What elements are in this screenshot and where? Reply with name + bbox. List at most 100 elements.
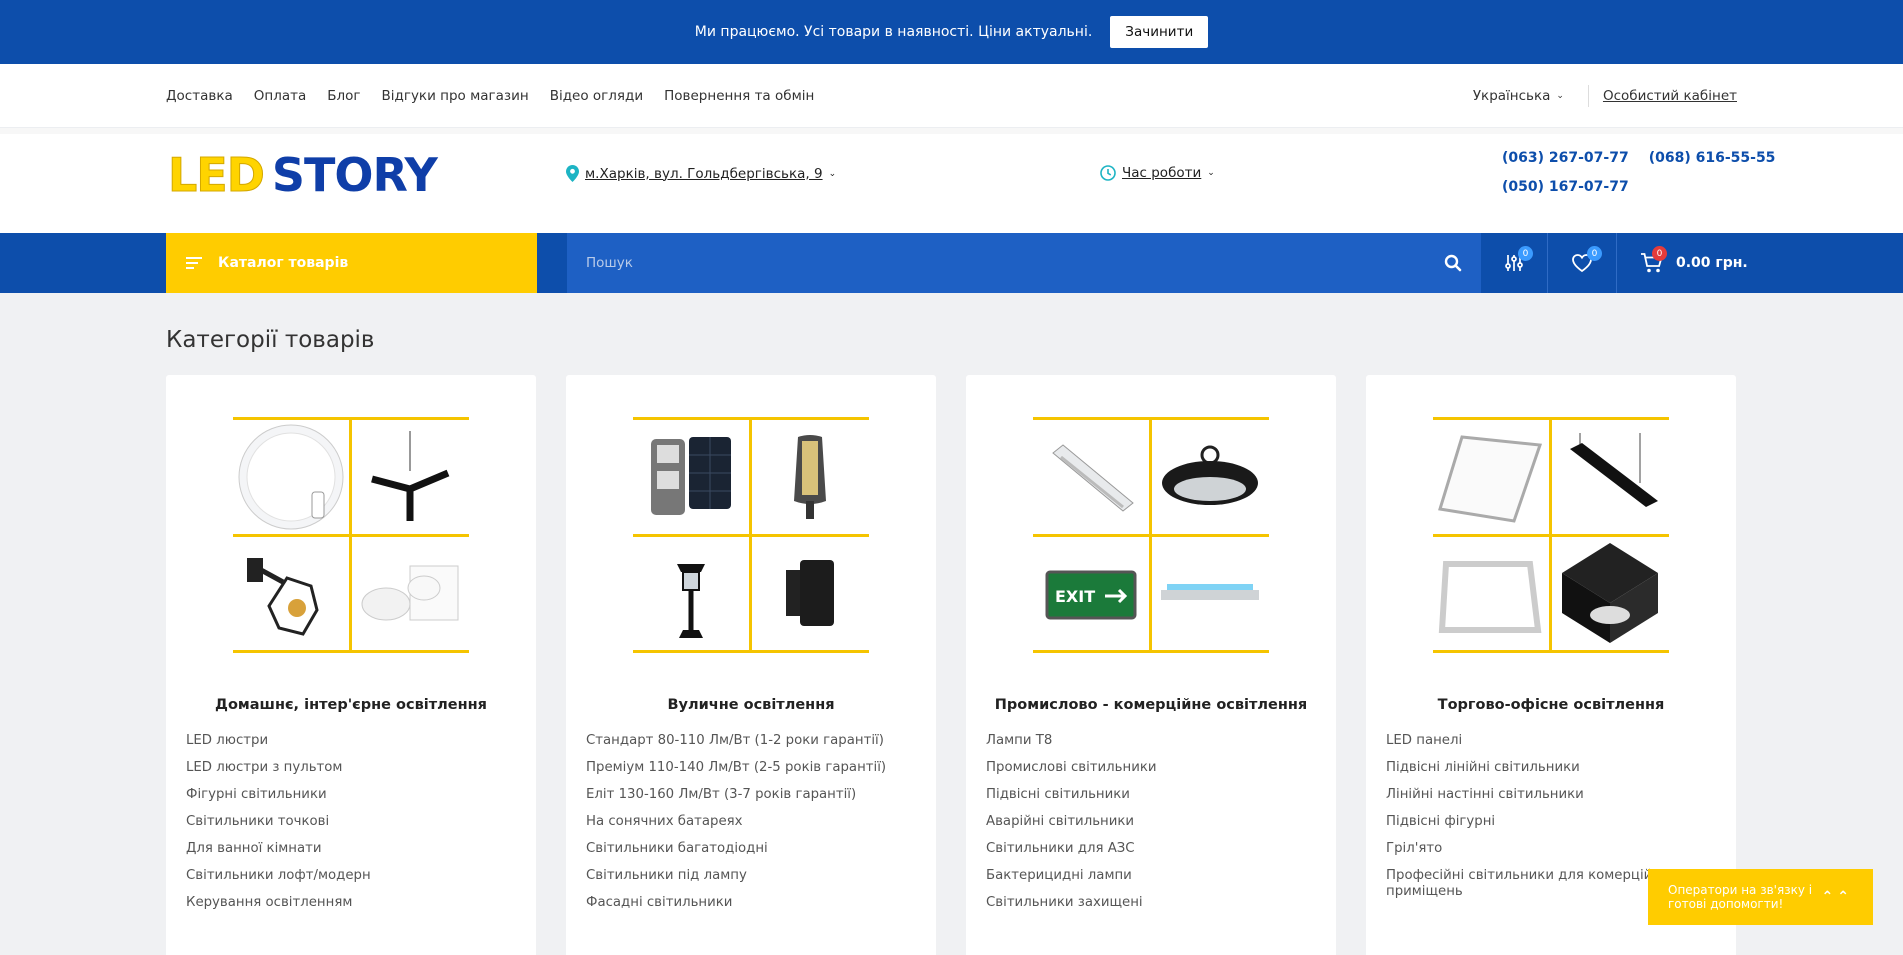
category-title[interactable]: Домашнє, інтер'єрне освітлення (166, 697, 536, 713)
info-links: Доставка Оплата Блог Відгуки про магазин… (166, 88, 1473, 104)
subcategory-link[interactable]: Преміум 110-140 Лм/Вт (2-5 років гаранті… (586, 754, 916, 781)
category-title[interactable]: Промислово - комерційне освітлення (966, 697, 1336, 713)
logo-led: LED (168, 148, 266, 202)
compare-button[interactable]: 0 (1481, 233, 1548, 293)
category-title[interactable]: Торгово-офісне освітлення (1366, 697, 1736, 713)
subcategory-link[interactable]: Підвісні світильники (986, 781, 1316, 808)
category-image[interactable]: EXIT (1033, 417, 1269, 653)
category-grid: Домашнє, інтер'єрне освітлення LED люстр… (166, 375, 1737, 955)
cart-button[interactable]: 0 0.00 грн. (1617, 233, 1771, 293)
catalog-label: Каталог товарів (218, 255, 349, 271)
pendant-light-image (371, 431, 450, 521)
category-card[interactable]: Домашнє, інтер'єрне освітлення LED люстр… (166, 375, 536, 955)
category-image[interactable] (1433, 417, 1669, 653)
subcategory-link[interactable]: Еліт 130-160 Лм/Вт (3-7 років гарантії) (586, 781, 916, 808)
subcategory-list: LED люстри LED люстри з пультом Фігурні … (166, 713, 536, 916)
close-notice-button[interactable]: Зачинити (1110, 16, 1209, 48)
grill-light-image (1562, 543, 1658, 643)
subcategory-link[interactable]: Світильники лофт/модерн (186, 862, 516, 889)
chat-text: Оператори на зв'язку і готові допомогти! (1668, 883, 1813, 911)
subcategory-link[interactable]: Фігурні світильники (186, 781, 516, 808)
panel-frame-image (1438, 561, 1542, 633)
hours-text: Час роботи (1122, 165, 1202, 181)
map-pin-icon (566, 165, 579, 182)
subcategory-link[interactable]: Світильники для АЗС (986, 835, 1316, 862)
chat-widget[interactable]: Оператори на зв'язку і готові допомогти!… (1648, 869, 1873, 925)
subcategory-link[interactable]: LED люстри (186, 727, 516, 754)
category-image[interactable] (233, 417, 469, 653)
led-panel-image (1438, 435, 1543, 523)
address-text: м.Харків, вул. Гольдбергівська, 9 (585, 165, 823, 182)
account-link[interactable]: Особистий кабінет (1603, 88, 1737, 104)
nav-link-returns[interactable]: Повернення та обмін (664, 88, 814, 104)
subcategory-link[interactable]: Підвісні лінійні світильники (1386, 754, 1716, 781)
logo-story: STORY (271, 148, 438, 202)
logo[interactable]: LED STORY (168, 148, 438, 202)
category-image[interactable] (633, 417, 869, 653)
subcategory-link[interactable]: Для ванної кімнати (186, 835, 516, 862)
wishlist-button[interactable]: 0 (1548, 233, 1617, 293)
divider (1587, 84, 1589, 107)
nav-link-reviews[interactable]: Відгуки про магазин (382, 88, 529, 104)
main-bar: Каталог товарів 0 0 0 0.00 грн. (0, 233, 1903, 293)
subcategory-list: Стандарт 80-110 Лм/Вт (1-2 роки гарантії… (566, 713, 936, 916)
chevron-up-icon[interactable]: ⌃⌃ (1822, 890, 1853, 904)
highbay-light-image (1162, 445, 1258, 505)
menu-lines-icon (186, 257, 202, 269)
subcategory-link[interactable]: Фасадні світильники (586, 889, 916, 916)
header: LED STORY м.Харків, вул. Гольдбергівська… (0, 128, 1903, 233)
category-card[interactable]: EXIT Промислово - комерційне освітлення … (966, 375, 1336, 955)
category-card[interactable]: Торгово-офісне освітлення LED панелі Під… (1366, 375, 1736, 955)
subcategory-link[interactable]: LED люстри з пультом (186, 754, 516, 781)
subcategory-link[interactable]: Промислові світильники (986, 754, 1316, 781)
chevron-down-icon: ⌄ (1207, 168, 1215, 178)
phone-3[interactable]: (050) 167-07-77 (1502, 179, 1629, 195)
linear-light-image (1570, 433, 1658, 507)
subcategory-link[interactable]: Бактерицидні лампи (986, 862, 1316, 889)
subcategory-link[interactable]: Стандарт 80-110 Лм/Вт (1-2 роки гарантії… (586, 727, 916, 754)
phone-1[interactable]: (063) 267-07-77 (1502, 150, 1629, 166)
subcategory-link[interactable]: Світильники захищені (986, 889, 1316, 916)
nav-link-videos[interactable]: Відео огляди (550, 88, 643, 104)
search-input[interactable] (586, 255, 1444, 271)
language-selector[interactable]: Українська ⌄ (1473, 88, 1564, 104)
loft-wall-light-image (247, 558, 319, 636)
subcategory-link[interactable]: Керування освітленням (186, 889, 516, 916)
subcategory-link[interactable]: Лінійні настінні світильники (1386, 781, 1716, 808)
subcategory-link[interactable]: LED панелі (1386, 727, 1716, 754)
cart-count-badge: 0 (1652, 246, 1667, 261)
subcategory-link[interactable]: Світильники багатодіодні (586, 835, 916, 862)
compare-count-badge: 0 (1518, 246, 1533, 261)
nav-link-payment[interactable]: Оплата (254, 88, 307, 104)
header-tools: 0 0 0 0.00 грн. (1481, 233, 1771, 293)
tube-light-image (1052, 444, 1134, 512)
notice-text: Ми працюємо. Усі товари в наявності. Цін… (694, 24, 1093, 40)
nav-link-blog[interactable]: Блог (327, 88, 360, 104)
nav-link-delivery[interactable]: Доставка (166, 88, 233, 104)
category-title[interactable]: Вуличне освітлення (566, 697, 936, 713)
garden-lamp-image (677, 564, 705, 638)
cart-total: 0.00 грн. (1676, 255, 1748, 271)
chevron-down-icon: ⌄ (828, 168, 837, 179)
subcategory-list: Лампи T8 Промислові світильники Підвісні… (966, 713, 1336, 916)
subcategory-link[interactable]: Лампи T8 (986, 727, 1316, 754)
phones: (063) 267-07-77 (068) 616-55-55 (050) 16… (1502, 150, 1775, 195)
catalog-button[interactable]: Каталог товарів (166, 233, 537, 293)
subcategory-link[interactable]: На сонячних батареях (586, 808, 916, 835)
section-title: Категорії товарів (166, 327, 375, 353)
subcategory-link[interactable]: Світильники під лампу (586, 862, 916, 889)
category-card[interactable]: Вуличне освітлення Стандарт 80-110 Лм/Вт… (566, 375, 936, 955)
phone-2[interactable]: (068) 616-55-55 (1649, 150, 1776, 166)
hours-dropdown[interactable]: Час роботи ⌄ (1100, 165, 1215, 181)
subcategory-link[interactable]: Аварійні світильники (986, 808, 1316, 835)
subcategory-link[interactable]: Світильники точкові (186, 808, 516, 835)
clock-icon (1100, 165, 1116, 181)
main-content: Категорії товарів Домашнє, інтер'єрне ос… (0, 327, 1903, 955)
search-icon[interactable] (1444, 254, 1462, 272)
surface-lights-image (361, 565, 459, 621)
solar-street-light-image (651, 437, 731, 515)
subcategory-link[interactable]: Підвісні фігурні (1386, 808, 1716, 835)
wall-cylinder-light-image (786, 560, 834, 626)
subcategory-link[interactable]: Гріл'ято (1386, 835, 1716, 862)
address-dropdown[interactable]: м.Харків, вул. Гольдбергівська, 9 ⌄ (566, 165, 836, 182)
